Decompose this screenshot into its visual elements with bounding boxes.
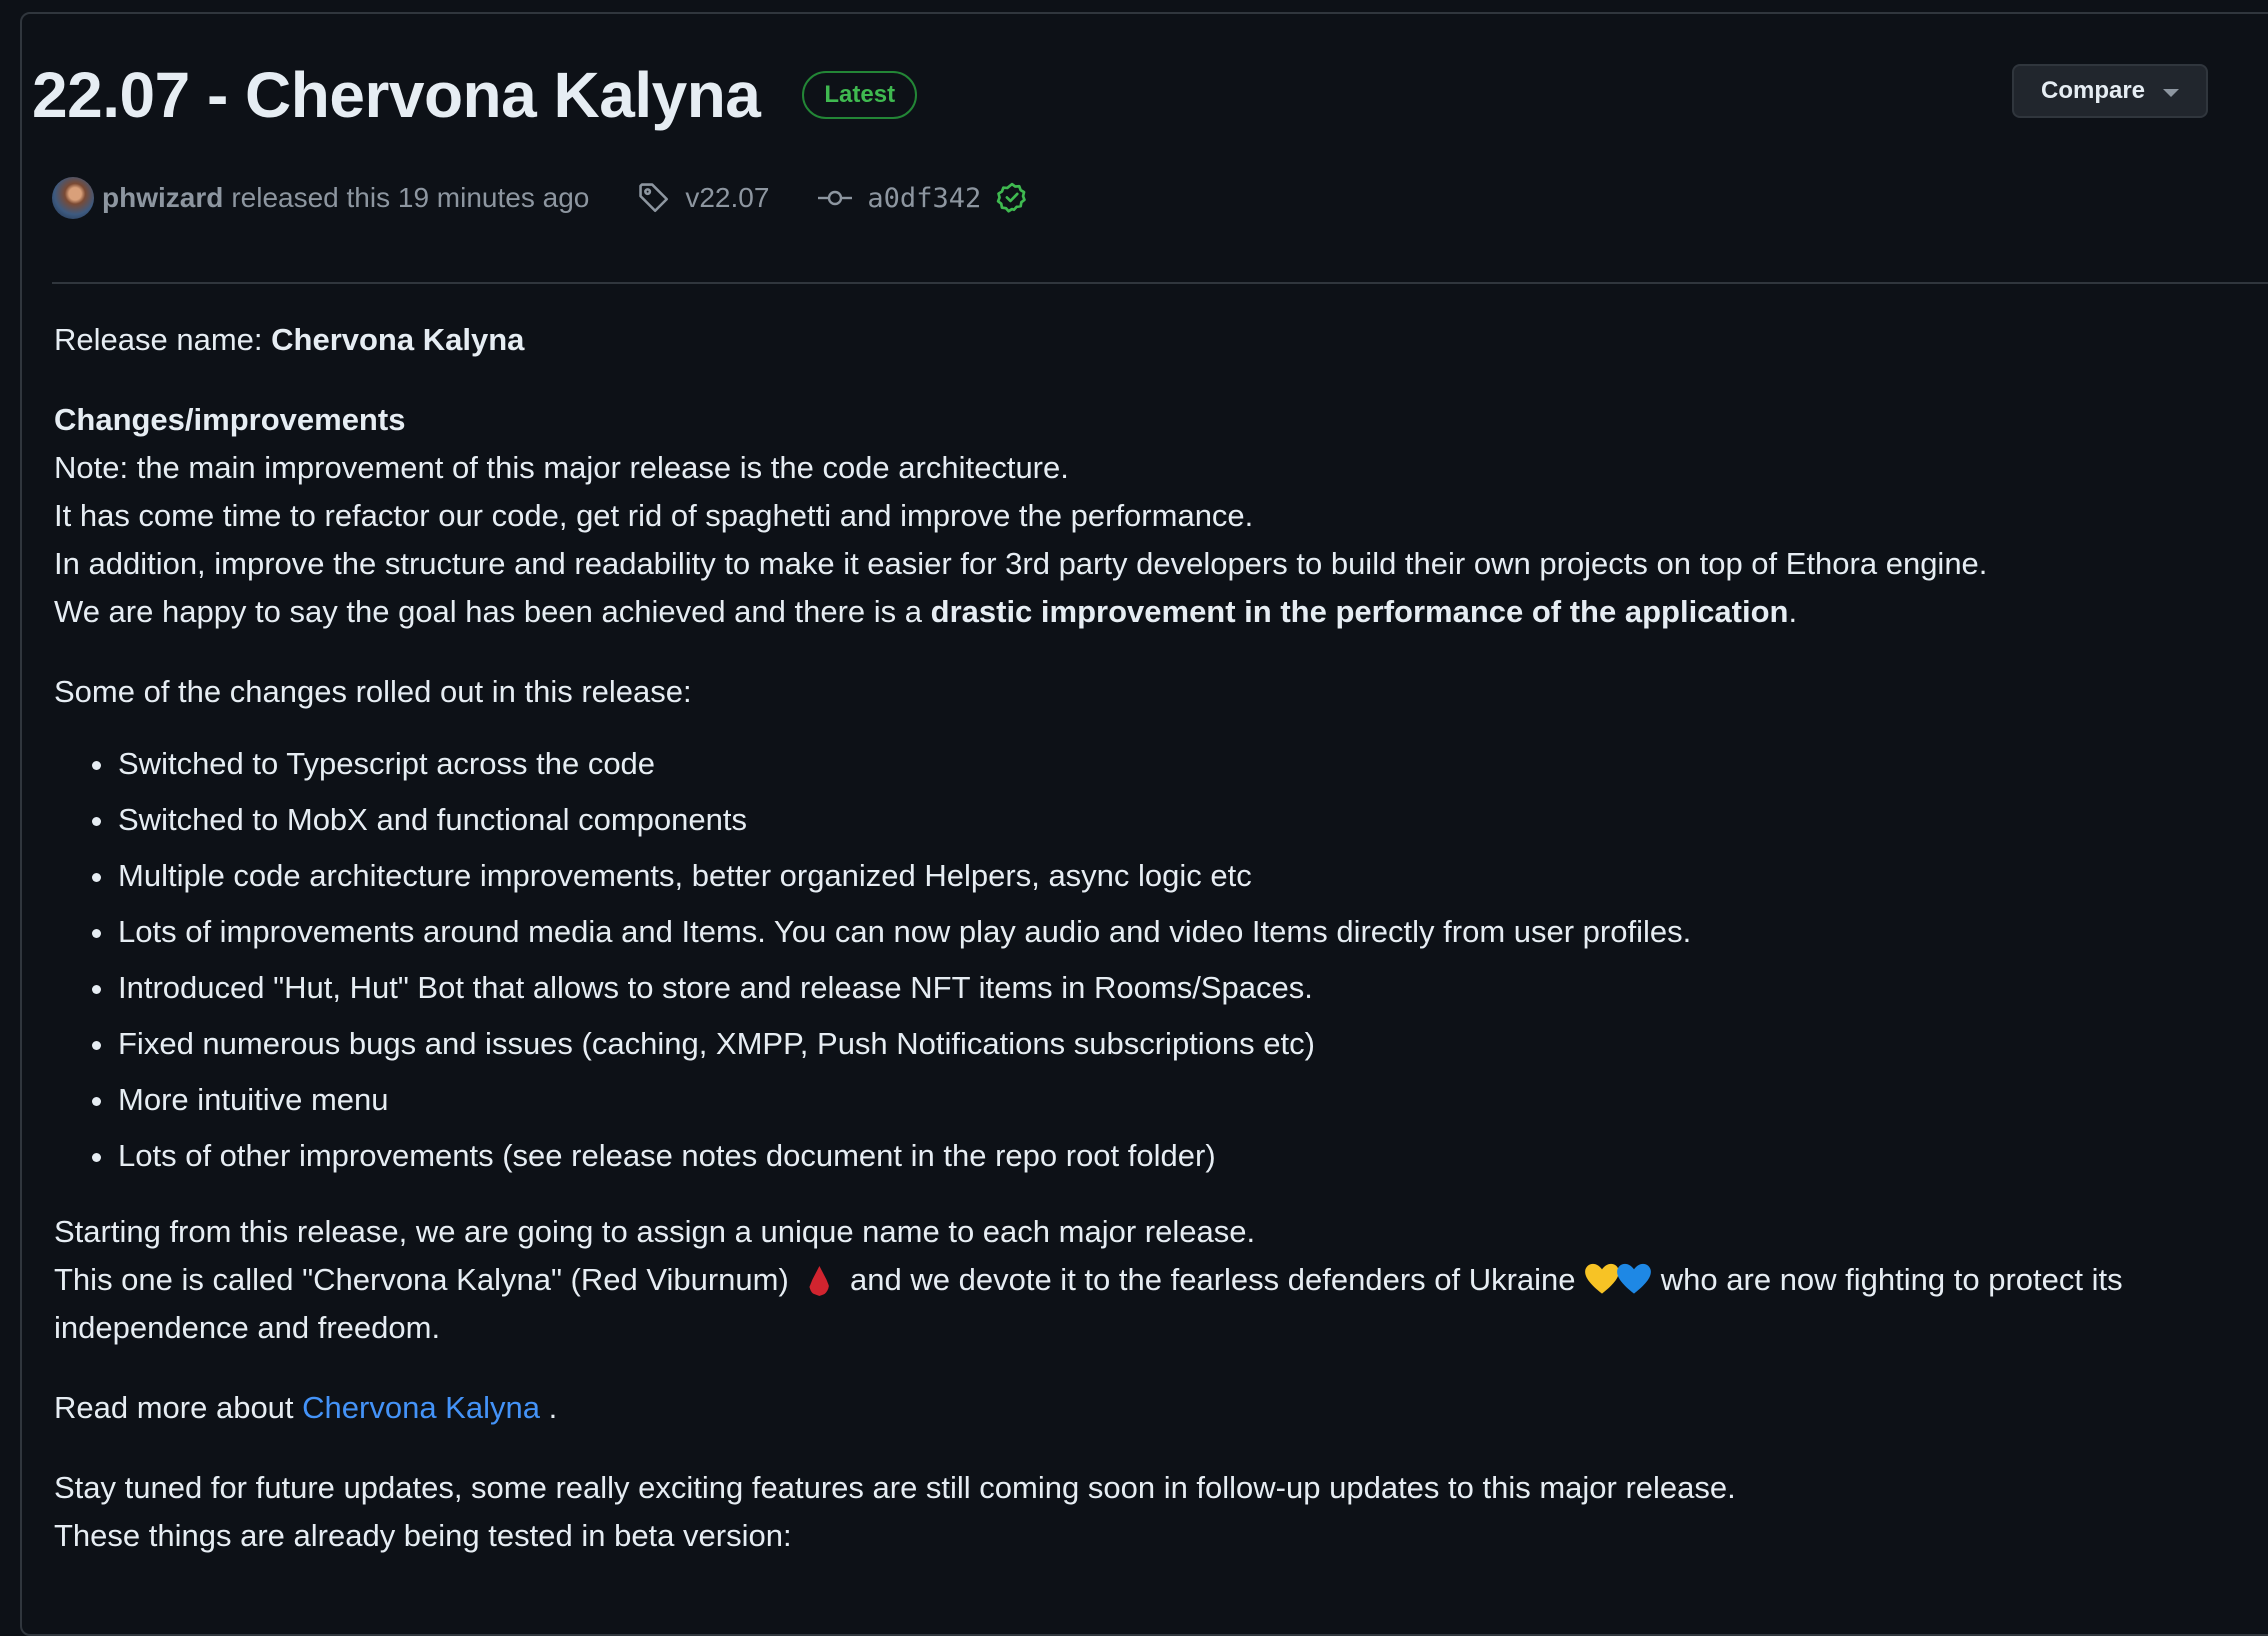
naming-line: This one is called "Chervona Kalyna" (Re… — [54, 1256, 2254, 1304]
release-name-label: Release name: — [54, 322, 272, 357]
release-header: 22.07 - Chervona Kalyna Latest — [32, 40, 2268, 150]
note-line: Note: the main improvement of this major… — [54, 450, 1069, 485]
changes-intro: Some of the changes rolled out in this r… — [54, 674, 692, 709]
naming-line: Starting from this release, we are going… — [54, 1214, 1256, 1249]
compare-button[interactable]: Compare — [2012, 64, 2208, 118]
naming-text: This one is called "Chervona Kalyna" (Re… — [54, 1262, 789, 1297]
drop-of-blood-icon — [809, 1266, 830, 1296]
compare-button-label: Compare — [2040, 77, 2146, 104]
beta-line: These things are already being tested in… — [54, 1518, 792, 1553]
commit-link[interactable]: a0df342 — [867, 183, 981, 214]
release-name-line: Release name: Chervona Kalyna — [54, 316, 2254, 364]
read-more-text: Read more about — [54, 1390, 303, 1425]
note-line-text: We are happy to say the goal has been ac… — [54, 594, 931, 629]
release-notes: Release name: Chervona Kalyna Changes/im… — [54, 316, 2254, 1560]
yellow-heart-icon — [1585, 1263, 1620, 1294]
note-line-suffix: . — [1788, 594, 1798, 629]
git-commit-icon — [817, 188, 853, 208]
changes-list: Switched to Typescript across the code S… — [54, 736, 2254, 1184]
naming-text: who are now fighting to protect its — [1660, 1262, 2123, 1297]
blue-heart-icon — [1617, 1263, 1652, 1294]
list-item: Switched to Typescript across the code — [92, 736, 2254, 792]
list-item: Lots of other improvements (see release … — [92, 1128, 2254, 1184]
latest-badge: Latest — [802, 71, 918, 119]
note-line: In addition, improve the structure and r… — [54, 546, 1988, 581]
release-title[interactable]: 22.07 - Chervona Kalyna — [32, 58, 761, 132]
avatar[interactable] — [52, 177, 94, 219]
list-item: Fixed numerous bugs and issues (caching,… — [92, 1016, 2254, 1072]
list-item: More intuitive menu — [92, 1072, 2254, 1128]
header-divider — [52, 282, 2268, 284]
tag-link[interactable]: v22.07 — [685, 182, 769, 214]
caret-down-icon — [2163, 89, 2180, 97]
release-meta: phwizard released this 19 minutes ago v2… — [52, 176, 1029, 220]
list-item: Introduced "Hut, Hut" Bot that allows to… — [92, 960, 2254, 1016]
note-line: It has come time to refactor our code, g… — [54, 498, 1254, 533]
author-link[interactable]: phwizard — [102, 182, 223, 214]
release-name-value: Chervona Kalyna — [271, 322, 525, 357]
list-item: Lots of improvements around media and It… — [92, 904, 2254, 960]
tag-icon — [637, 181, 671, 215]
naming-text: and we devote it to the fearless defende… — [850, 1262, 1576, 1297]
read-more-suffix: . — [539, 1390, 558, 1425]
note-line: We are happy to say the goal has been ac… — [54, 588, 2254, 636]
note-line-bold: drastic improvement in the performance o… — [930, 594, 1789, 629]
list-item: Multiple code architecture improvements,… — [92, 848, 2254, 904]
title-row: 22.07 - Chervona Kalyna Latest — [32, 40, 2268, 150]
verified-check-icon[interactable] — [995, 181, 1029, 215]
list-item: Switched to MobX and functional componen… — [92, 792, 2254, 848]
naming-line: independence and freedom. — [54, 1310, 441, 1345]
chervona-kalyna-link[interactable]: Chervona Kalyna — [302, 1390, 540, 1425]
released-text: released this 19 minutes ago — [231, 182, 590, 213]
stay-tuned-line: Stay tuned for future updates, some real… — [54, 1470, 1736, 1505]
read-more-line: Read more about Chervona Kalyna . — [54, 1384, 2254, 1432]
changes-heading: Changes/improvements — [54, 402, 406, 437]
